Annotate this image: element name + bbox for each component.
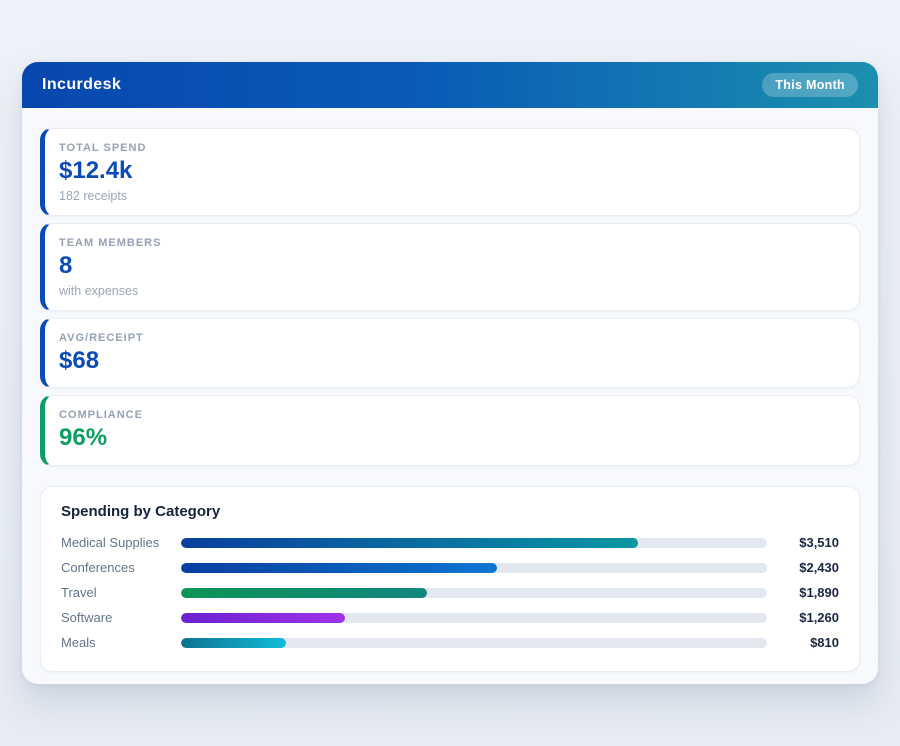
stat-value: 96% [59, 424, 841, 453]
category-bar-row: Travel $1,890 [61, 580, 839, 605]
category-label: Medical Supplies [61, 535, 181, 550]
category-bar-track [181, 563, 767, 573]
stat-value: 8 [59, 252, 841, 281]
category-amount: $810 [777, 635, 839, 650]
category-bar-row: Conferences $2,430 [61, 555, 839, 580]
category-label: Software [61, 610, 181, 625]
stat-label: TEAM MEMBERS [59, 237, 841, 249]
category-bar-fill [181, 613, 345, 623]
app-header: Incurdesk This Month [22, 62, 878, 108]
category-bar-list: Medical Supplies $3,510 Conferences $2,430 T… [61, 530, 839, 655]
stat-card-avg-receipt: AVG/RECEIPT $68 [40, 318, 860, 389]
category-bar-track [181, 613, 767, 623]
stat-card-total-spend: TOTAL SPEND $12.4k 182 receipts [40, 128, 860, 216]
stat-card-compliance: COMPLIANCE 96% [40, 395, 860, 466]
category-bar-fill [181, 638, 286, 648]
stat-value: $12.4k [59, 157, 841, 186]
category-label: Meals [61, 635, 181, 650]
spending-by-category-card: Spending by Category Medical Supplies $3,… [40, 486, 860, 672]
stat-subtext: 182 receipts [59, 189, 841, 203]
app-window: Incurdesk This Month TOTAL SPEND $12.4k … [22, 62, 878, 684]
category-bar-track [181, 588, 767, 598]
category-amount: $1,260 [777, 610, 839, 625]
category-bar-fill [181, 588, 427, 598]
category-bar-row: Software $1,260 [61, 605, 839, 630]
category-bar-fill [181, 563, 497, 573]
period-badge[interactable]: This Month [762, 73, 858, 97]
app-title: Incurdesk [42, 76, 121, 94]
category-label: Conferences [61, 560, 181, 575]
stat-subtext: with expenses [59, 284, 841, 298]
category-amount: $3,510 [777, 535, 839, 550]
stat-value: $68 [59, 347, 841, 376]
category-bar-fill [181, 538, 638, 548]
dashboard-content: TOTAL SPEND $12.4k 182 receipts TEAM MEM… [22, 108, 878, 690]
stat-label: AVG/RECEIPT [59, 332, 841, 344]
stat-label: COMPLIANCE [59, 409, 841, 421]
category-amount: $1,890 [777, 585, 839, 600]
stat-card-team-members: TEAM MEMBERS 8 with expenses [40, 223, 860, 311]
category-bar-track [181, 538, 767, 548]
category-bar-row: Meals $810 [61, 630, 839, 655]
category-bar-track [181, 638, 767, 648]
category-bar-row: Medical Supplies $3,510 [61, 530, 839, 555]
stat-label: TOTAL SPEND [59, 142, 841, 154]
category-label: Travel [61, 585, 181, 600]
spending-card-title: Spending by Category [61, 503, 839, 520]
category-amount: $2,430 [777, 560, 839, 575]
